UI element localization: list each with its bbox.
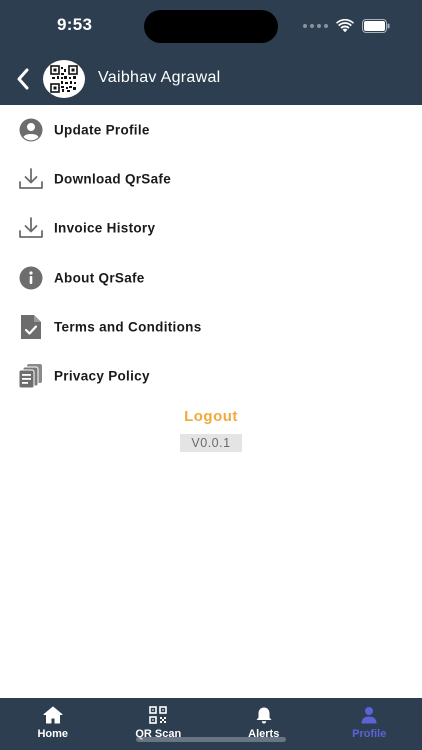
menu-item-invoice-history[interactable]: Invoice History <box>0 204 422 253</box>
back-button[interactable] <box>10 64 36 94</box>
qr-code-icon <box>50 65 78 93</box>
menu-item-label: About QrSafe <box>54 270 145 286</box>
tab-label: Profile <box>352 728 387 740</box>
documents-stack-icon <box>18 363 44 389</box>
status-icons <box>303 16 390 36</box>
tab-qr-scan[interactable]: QR Scan <box>106 698 212 750</box>
bell-icon <box>256 707 272 724</box>
download-icon <box>18 215 44 241</box>
dynamic-island <box>144 10 278 43</box>
menu-item-privacy-policy[interactable]: Privacy Policy <box>0 351 422 400</box>
menu-item-label: Update Profile <box>54 122 150 138</box>
download-icon <box>18 166 44 192</box>
wifi-icon <box>336 19 354 33</box>
tab-label: Home <box>37 728 69 740</box>
qr-scan-icon <box>149 706 168 724</box>
chevron-left-icon <box>17 68 29 90</box>
home-indicator <box>136 737 286 742</box>
status-time: 9:53 <box>57 15 93 34</box>
status-bar: 9:53 <box>0 0 422 52</box>
person-icon <box>361 707 377 724</box>
tab-profile[interactable]: Profile <box>317 698 422 750</box>
menu-item-label: Privacy Policy <box>54 368 150 384</box>
tab-home[interactable]: Home <box>0 698 106 750</box>
info-icon <box>18 265 44 291</box>
menu-item-label: Terms and Conditions <box>54 319 202 335</box>
home-icon <box>43 706 63 724</box>
menu-item-terms-and-conditions[interactable]: Terms and Conditions <box>0 302 422 351</box>
logout-row: Logout <box>0 408 422 426</box>
user-name: Vaibhav Agrawal <box>98 69 221 86</box>
version-badge: V0.0.1 <box>180 434 242 452</box>
avatar[interactable] <box>43 60 85 98</box>
logout-button[interactable]: Logout <box>184 408 238 425</box>
menu-item-label: Download QrSafe <box>54 171 172 187</box>
menu-item-download-qrsafe[interactable]: Download QrSafe <box>0 154 422 203</box>
menu-item-label: Invoice History <box>54 220 156 236</box>
document-check-icon <box>18 314 44 340</box>
profile-nav-row: Vaibhav Agrawal <box>0 56 422 102</box>
app-header: 9:53 Vaibhav Agrawal <box>0 0 422 105</box>
cellular-signal-icon <box>303 24 328 28</box>
menu-item-update-profile[interactable]: Update Profile <box>0 105 422 154</box>
user-circle-icon <box>18 117 44 143</box>
tab-bar: Home QR Scan Alerts Profile <box>0 698 422 750</box>
menu-item-about-qrsafe[interactable]: About QrSafe <box>0 253 422 302</box>
tab-alerts[interactable]: Alerts <box>211 698 317 750</box>
profile-menu: Update Profile Download QrSafe Invoice H… <box>0 105 422 401</box>
battery-icon <box>362 19 390 33</box>
